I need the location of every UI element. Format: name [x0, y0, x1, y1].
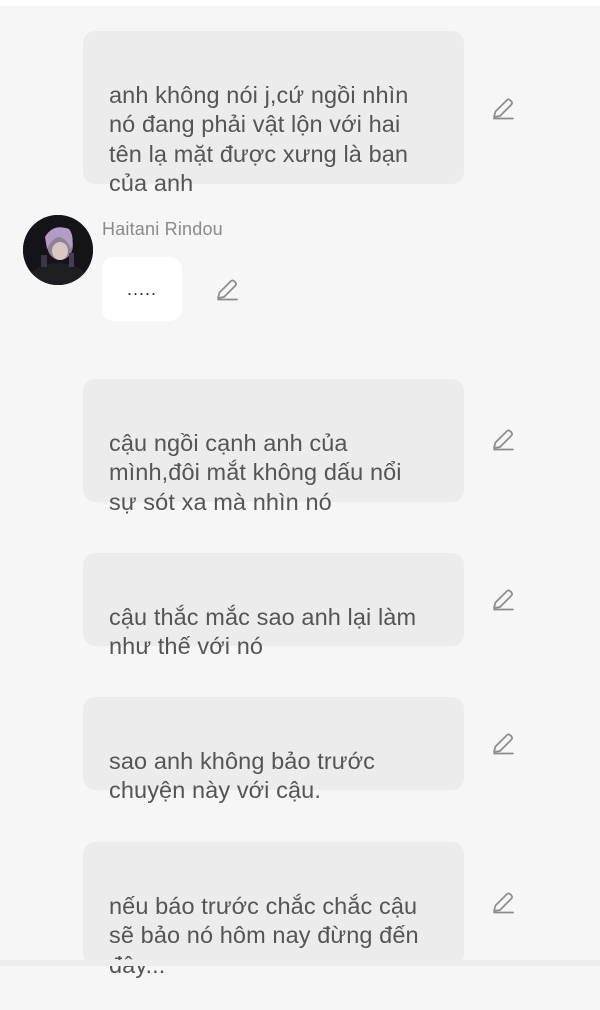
- user-message-bubble[interactable]: cậu thắc mắc sao anh lại làm như thế với…: [83, 553, 464, 659]
- user-message-bubble[interactable]: nếu báo trước chắc chắc cậu sẽ bảo nó hô…: [83, 842, 464, 978]
- pencil-edit-icon: [493, 429, 514, 451]
- pencil-edit-icon: [493, 733, 514, 755]
- user-message-bubble[interactable]: cậu ngồi cạnh anh của mình,đôi mắt không…: [83, 379, 464, 515]
- message-text: anh không nói j,cứ ngồi nhìn nó đang phả…: [109, 81, 409, 197]
- edit-character-message-button[interactable]: [214, 277, 240, 303]
- character-name: Haitani Rindou: [102, 219, 223, 239]
- message-text: nếu báo trước chắc chắc cậu sẽ bảo nó hô…: [109, 892, 419, 978]
- edit-message-button[interactable]: [490, 427, 516, 453]
- edit-message-button[interactable]: [490, 731, 516, 757]
- edit-message-button[interactable]: [490, 96, 516, 122]
- pencil-edit-icon: [493, 892, 514, 914]
- edit-message-button[interactable]: [490, 890, 516, 916]
- user-message-bubble[interactable]: sao anh không bảo trước chuyện này với c…: [83, 697, 464, 803]
- top-edge: [0, 0, 600, 6]
- edit-message-button[interactable]: [490, 587, 516, 613]
- message-text: cậu ngồi cạnh anh của mình,đôi mắt không…: [109, 429, 402, 515]
- character-message-bubble[interactable]: .....: [102, 257, 182, 321]
- character-avatar[interactable]: [23, 215, 93, 285]
- message-text: cậu thắc mắc sao anh lại làm như thế với…: [109, 603, 417, 660]
- user-message-bubble[interactable]: anh không nói j,cứ ngồi nhìn nó đang phả…: [83, 31, 464, 196]
- pencil-edit-icon: [493, 98, 514, 120]
- bottom-edge: [0, 960, 600, 966]
- pencil-edit-icon: [217, 279, 238, 301]
- message-text: sao anh không bảo trước chuyện này với c…: [109, 747, 375, 804]
- character-message-text: .....: [126, 279, 157, 299]
- pencil-edit-icon: [493, 589, 514, 611]
